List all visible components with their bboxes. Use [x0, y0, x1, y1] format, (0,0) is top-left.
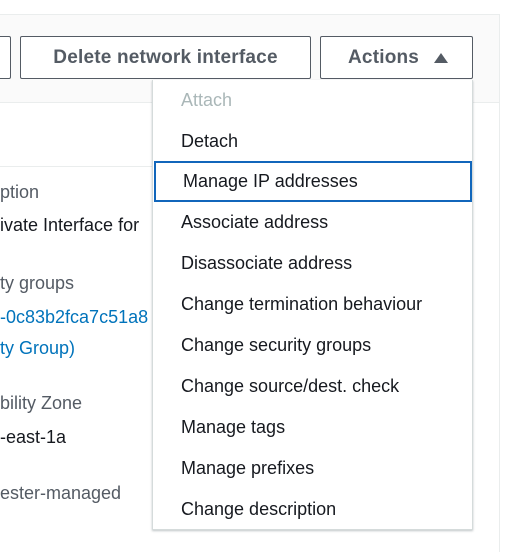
- caret-up-icon: [434, 52, 449, 63]
- menu-item-change-security-groups[interactable]: Change security groups: [153, 325, 472, 366]
- delete-network-interface-button[interactable]: Delete network interface: [20, 36, 311, 79]
- menu-item-change-termination-behaviour[interactable]: Change termination behaviour: [153, 284, 472, 325]
- menu-item-attach: Attach: [181, 90, 233, 110]
- card-right-border: [499, 14, 500, 552]
- delete-button-label: Delete network interface: [53, 46, 278, 68]
- details-divider: [0, 166, 160, 167]
- actions-dropdown-button[interactable]: Actions: [320, 36, 473, 79]
- security-group-link[interactable]: -0c83b2fca7c51a8: [0, 306, 148, 328]
- availability-zone-label: bility Zone: [0, 393, 83, 413]
- security-groups-label: ty groups: [0, 273, 75, 293]
- menu-item-disassociate-address[interactable]: Disassociate address: [153, 243, 472, 284]
- description-value: ivate Interface for: [0, 215, 140, 235]
- previous-toolbar-button[interactable]: [0, 36, 11, 79]
- menu-item-manage-tags[interactable]: Manage tags: [153, 407, 472, 448]
- requester-managed-label: ester-managed: [0, 483, 122, 503]
- menu-item-manage-ip-addresses[interactable]: Manage IP addresses: [154, 161, 472, 202]
- menu-item-manage-prefixes[interactable]: Manage prefixes: [153, 448, 472, 489]
- menu-item-associate-address[interactable]: Associate address: [153, 202, 472, 243]
- actions-menu: Attach Detach Manage IP addresses Associ…: [152, 80, 473, 530]
- interface-details: ption ivate Interface for ty groups -0c8…: [0, 168, 153, 552]
- menu-item-change-source-dest-check[interactable]: Change source/dest. check: [153, 366, 472, 407]
- availability-zone-value: -east-1a: [0, 427, 67, 447]
- actions-button-label: Actions: [348, 46, 420, 68]
- menu-item-change-description[interactable]: Change description: [153, 489, 472, 530]
- description-label: ption: [0, 182, 40, 202]
- security-group-link-name[interactable]: ty Group): [0, 337, 75, 359]
- menu-item-detach[interactable]: Detach: [153, 121, 472, 162]
- network-interface-page: Delete network interface Actions ption i…: [0, 0, 514, 552]
